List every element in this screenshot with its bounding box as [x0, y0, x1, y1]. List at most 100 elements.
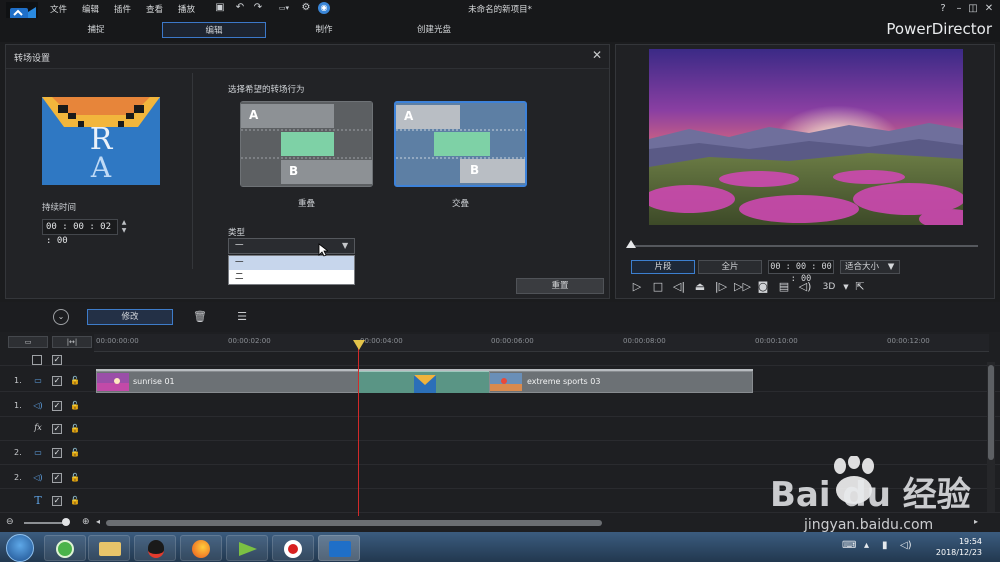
type-option-1[interactable]: 一	[229, 256, 354, 270]
edit-list-icon[interactable]: ☰	[234, 309, 250, 325]
movie-mode-button[interactable]: 全片	[698, 260, 762, 274]
taskbar-app-browser[interactable]	[44, 535, 86, 561]
fit-size-select[interactable]: 适合大小 ▼	[840, 260, 900, 274]
minimize-icon[interactable]: –	[952, 2, 966, 16]
lock-icon[interactable]: 🔓	[70, 424, 80, 433]
restore-icon[interactable]: ◫	[966, 2, 980, 16]
master-track-checkbox[interactable]: ✓	[52, 355, 62, 365]
overlap-option[interactable]: A B	[240, 101, 373, 187]
tray-expand-icon[interactable]: ▴	[864, 540, 869, 551]
track-manager-button[interactable]: ▭	[8, 336, 48, 348]
account-icon[interactable]: ◉	[318, 2, 330, 14]
duration-spinner[interactable]: ▲ ▼	[118, 219, 130, 235]
duration-input[interactable]: 00 : 00 : 02 : 00	[42, 219, 118, 246]
taskbar-app-media[interactable]	[226, 535, 268, 561]
clip-mode-button[interactable]: 片段	[631, 260, 695, 274]
type-label: 类型	[228, 228, 246, 238]
preview-image	[649, 49, 963, 225]
clip-thumbnail	[97, 373, 129, 391]
zoom-out-icon[interactable]: ⊖	[6, 517, 14, 527]
tab-capture[interactable]: 捕捉	[44, 22, 148, 38]
chevron-down-icon[interactable]: ▼	[342, 238, 348, 254]
track-enable-checkbox[interactable]: ✓	[52, 473, 62, 483]
transition-marker-icon[interactable]	[414, 375, 436, 393]
lock-icon[interactable]: 🔓	[70, 473, 80, 482]
3d-mode-button[interactable]: 3D	[818, 279, 840, 295]
scroll-left-icon[interactable]: ◂	[96, 517, 100, 526]
close-icon[interactable]: ✕	[589, 48, 605, 64]
split-icon[interactable]: ⏏	[692, 279, 708, 295]
snapshot-icon[interactable]: ◙	[755, 279, 771, 295]
subtitle-icon[interactable]: ▤	[776, 279, 792, 295]
taskbar-app-recorder[interactable]	[272, 535, 314, 561]
volume-tray-icon[interactable]: ◁)	[900, 540, 912, 551]
overlap-diagram	[241, 102, 372, 186]
track-enable-checkbox[interactable]: ✓	[52, 424, 62, 434]
preview-scrub-track[interactable]	[632, 245, 978, 247]
reset-button[interactable]: 重置	[516, 278, 604, 294]
menu-plugins[interactable]: 插件	[114, 3, 131, 15]
type-option-2[interactable]: 二	[229, 270, 354, 284]
help-icon[interactable]: ?	[936, 2, 950, 16]
taskbar-app-powerdirector[interactable]	[318, 535, 360, 561]
undock-icon[interactable]: ⇱	[852, 279, 868, 295]
cross-option[interactable]: A B	[394, 101, 527, 187]
lock-icon[interactable]: 🔓	[70, 401, 80, 410]
volume-icon[interactable]: ◁)	[797, 279, 813, 295]
menu-file[interactable]: 文件	[50, 3, 67, 15]
fit-timeline-button[interactable]: |↔|	[52, 336, 92, 348]
taskbar-clock[interactable]: 19:54 2018/12/23	[922, 536, 982, 558]
preview-timecode[interactable]: 00 : 00 : 00 : 00	[768, 260, 834, 284]
keyboard-tray-icon[interactable]: ⌨	[842, 540, 856, 551]
menu-play[interactable]: 播放	[178, 3, 195, 15]
undo-icon[interactable]: ↶	[234, 2, 246, 14]
clip-label: sunrise 01	[133, 377, 175, 386]
previous-frame-icon[interactable]: ◁|	[671, 279, 687, 295]
menu-view[interactable]: 查看	[146, 3, 163, 15]
close-window-icon[interactable]: ✕	[982, 2, 996, 16]
zoom-slider-handle[interactable]	[62, 518, 70, 526]
settings-gear-icon[interactable]: ⚙	[300, 2, 312, 14]
taskbar-app-firefox[interactable]	[180, 535, 222, 561]
scroll-right-icon[interactable]: ▸	[974, 517, 978, 526]
horizontal-scroll-thumb[interactable]	[106, 520, 602, 526]
taskbar-app-qq[interactable]	[134, 535, 176, 561]
firefox-icon	[192, 540, 210, 558]
save-icon[interactable]: ▣	[214, 2, 226, 14]
transition-settings-panel: 转场设置 ✕ R A 持续时间 00 : 00 : 02 : 00 ▲ ▼ 选择希…	[5, 44, 610, 299]
next-frame-icon[interactable]: |▷	[713, 279, 729, 295]
tab-produce[interactable]: 制作	[272, 22, 376, 38]
track-a-label: A	[249, 108, 259, 122]
collapse-chevron-icon[interactable]: ⌄	[53, 309, 69, 325]
watermark-url: jingyan.baidu.com	[804, 517, 934, 533]
folder-icon	[99, 542, 121, 556]
network-tray-icon[interactable]: ▮	[882, 540, 888, 551]
vertical-scroll-thumb[interactable]	[988, 365, 994, 460]
modify-button[interactable]: 修改	[87, 309, 173, 325]
redo-icon[interactable]: ↷	[252, 2, 264, 14]
track-enable-checkbox[interactable]: ✓	[52, 401, 62, 411]
track-enable-checkbox[interactable]: ✓	[52, 376, 62, 386]
lock-icon[interactable]: 🔓	[70, 496, 80, 505]
delete-icon[interactable]: 🗑	[192, 309, 208, 325]
playhead-line[interactable]	[358, 340, 359, 518]
track-enable-checkbox[interactable]: ✓	[52, 448, 62, 458]
menu-edit[interactable]: 编辑	[82, 3, 99, 15]
stop-icon[interactable]: □	[650, 279, 666, 295]
ruler-tick: 00:00:04:00	[360, 337, 403, 345]
start-button[interactable]	[6, 534, 34, 562]
play-icon[interactable]: ▷	[629, 279, 645, 295]
lock-icon[interactable]: 🔓	[70, 376, 80, 385]
aspect-ratio-icon[interactable]: ▭▾	[272, 2, 296, 14]
zoom-in-icon[interactable]: ⊕	[82, 517, 90, 527]
track-enable-checkbox[interactable]: ✓	[52, 496, 62, 506]
taskbar-app-explorer[interactable]	[88, 535, 130, 561]
fast-forward-icon[interactable]: ▷▷	[734, 279, 751, 295]
lock-icon[interactable]: 🔓	[70, 448, 80, 457]
type-select[interactable]: 一	[228, 238, 355, 254]
preview-scrub-handle[interactable]	[626, 240, 636, 248]
preview-panel: 片段 全片 00 : 00 : 00 : 00 适合大小 ▼ ▷ □ ◁| ⏏ …	[615, 44, 995, 299]
tab-create-disc[interactable]: 创建光盘	[382, 22, 486, 38]
clock-date: 2018/12/23	[935, 548, 982, 557]
tab-edit[interactable]: 编辑	[162, 22, 266, 38]
